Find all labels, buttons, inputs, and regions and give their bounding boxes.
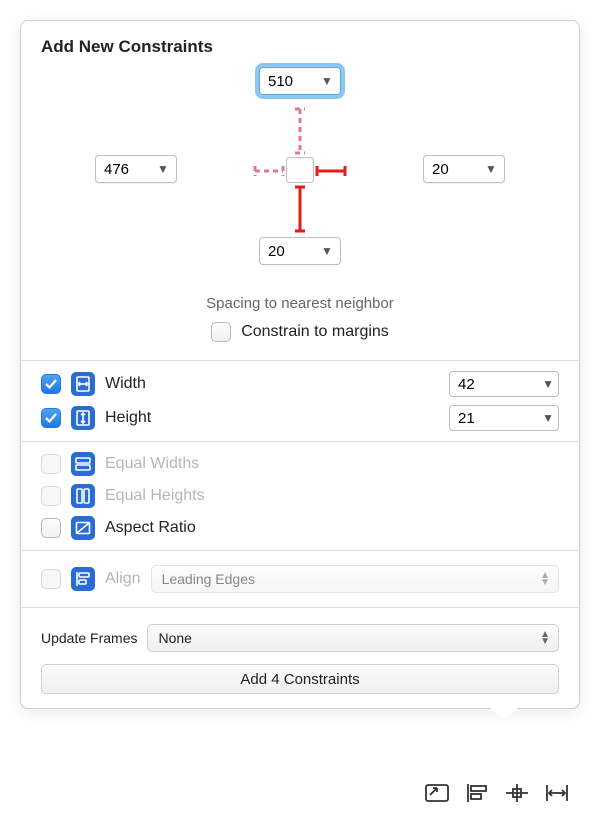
spacing-top-field[interactable]: ▼ — [259, 67, 341, 95]
spacing-top-input[interactable] — [268, 73, 318, 90]
divider — [21, 360, 579, 361]
align-label: Align — [105, 570, 141, 588]
strut-top[interactable] — [295, 107, 305, 155]
update-frames-label: Update Frames — [41, 630, 137, 646]
align-icon — [71, 567, 95, 591]
popover-title: Add New Constraints — [21, 37, 579, 67]
pin-diagram: ▼ ▼ ▼ ▼ — [21, 67, 579, 297]
width-value-input[interactable] — [458, 376, 518, 393]
spacing-right-field[interactable]: ▼ — [423, 155, 505, 183]
update-frames-popup[interactable]: None ▲▼ — [147, 624, 559, 652]
add-constraints-popover: Add New Constraints ▼ ▼ ▼ — [20, 20, 580, 709]
update-frames-selected: None — [158, 630, 191, 646]
equal-heights-checkbox — [41, 486, 61, 506]
chevron-down-icon: ▼ — [318, 74, 336, 88]
canvas-bottom-toolbar — [424, 782, 570, 804]
constrain-margins-label: Constrain to margins — [241, 323, 389, 341]
pin-center-box — [286, 157, 314, 183]
align-checkbox — [41, 569, 61, 589]
divider — [21, 607, 579, 608]
chevron-down-icon: ▼ — [542, 411, 554, 425]
strut-bottom[interactable] — [295, 185, 305, 233]
height-value-input[interactable] — [458, 410, 518, 427]
width-value-field[interactable]: ▼ — [449, 371, 559, 397]
aspect-ratio-checkbox[interactable] — [41, 518, 61, 538]
equal-heights-label: Equal Heights — [105, 487, 205, 505]
spacing-left-field[interactable]: ▼ — [95, 155, 177, 183]
align-tool-icon[interactable] — [464, 782, 490, 804]
height-label: Height — [105, 409, 151, 427]
strut-right[interactable] — [315, 166, 347, 176]
updown-chevron-icon: ▲▼ — [540, 572, 550, 586]
resolve-tool-icon[interactable] — [544, 782, 570, 804]
aspect-ratio-label: Aspect Ratio — [105, 519, 196, 537]
width-label: Width — [105, 375, 146, 393]
spacing-bottom-field[interactable]: ▼ — [259, 237, 341, 265]
spacing-caption: Spacing to nearest neighbor — [21, 295, 579, 312]
spacing-left-input[interactable] — [104, 161, 154, 178]
chevron-down-icon: ▼ — [318, 244, 336, 258]
update-frames-tool-icon[interactable] — [424, 782, 450, 804]
add-constraints-button[interactable]: Add 4 Constraints — [41, 664, 559, 694]
equal-widths-icon — [71, 452, 95, 476]
equal-widths-label: Equal Widths — [105, 455, 199, 473]
spacing-right-input[interactable] — [432, 161, 482, 178]
spacing-bottom-input[interactable] — [268, 243, 318, 260]
align-popup: Leading Edges ▲▼ — [151, 565, 559, 593]
add-constraints-button-label: Add 4 Constraints — [240, 671, 359, 688]
align-selected: Leading Edges — [162, 571, 255, 587]
constrain-margins-checkbox[interactable] — [211, 322, 231, 342]
chevron-down-icon: ▼ — [154, 162, 172, 176]
height-icon — [71, 406, 95, 430]
popover-tail — [489, 707, 519, 722]
updown-chevron-icon: ▲▼ — [540, 631, 550, 645]
equal-widths-checkbox — [41, 454, 61, 474]
equal-heights-icon — [71, 484, 95, 508]
divider — [21, 441, 579, 442]
divider — [21, 550, 579, 551]
strut-left[interactable] — [253, 166, 285, 176]
width-icon — [71, 372, 95, 396]
aspect-ratio-icon — [71, 516, 95, 540]
width-checkbox[interactable] — [41, 374, 61, 394]
pin-tool-icon[interactable] — [504, 782, 530, 804]
height-checkbox[interactable] — [41, 408, 61, 428]
height-value-field[interactable]: ▼ — [449, 405, 559, 431]
chevron-down-icon: ▼ — [482, 162, 500, 176]
chevron-down-icon: ▼ — [542, 377, 554, 391]
